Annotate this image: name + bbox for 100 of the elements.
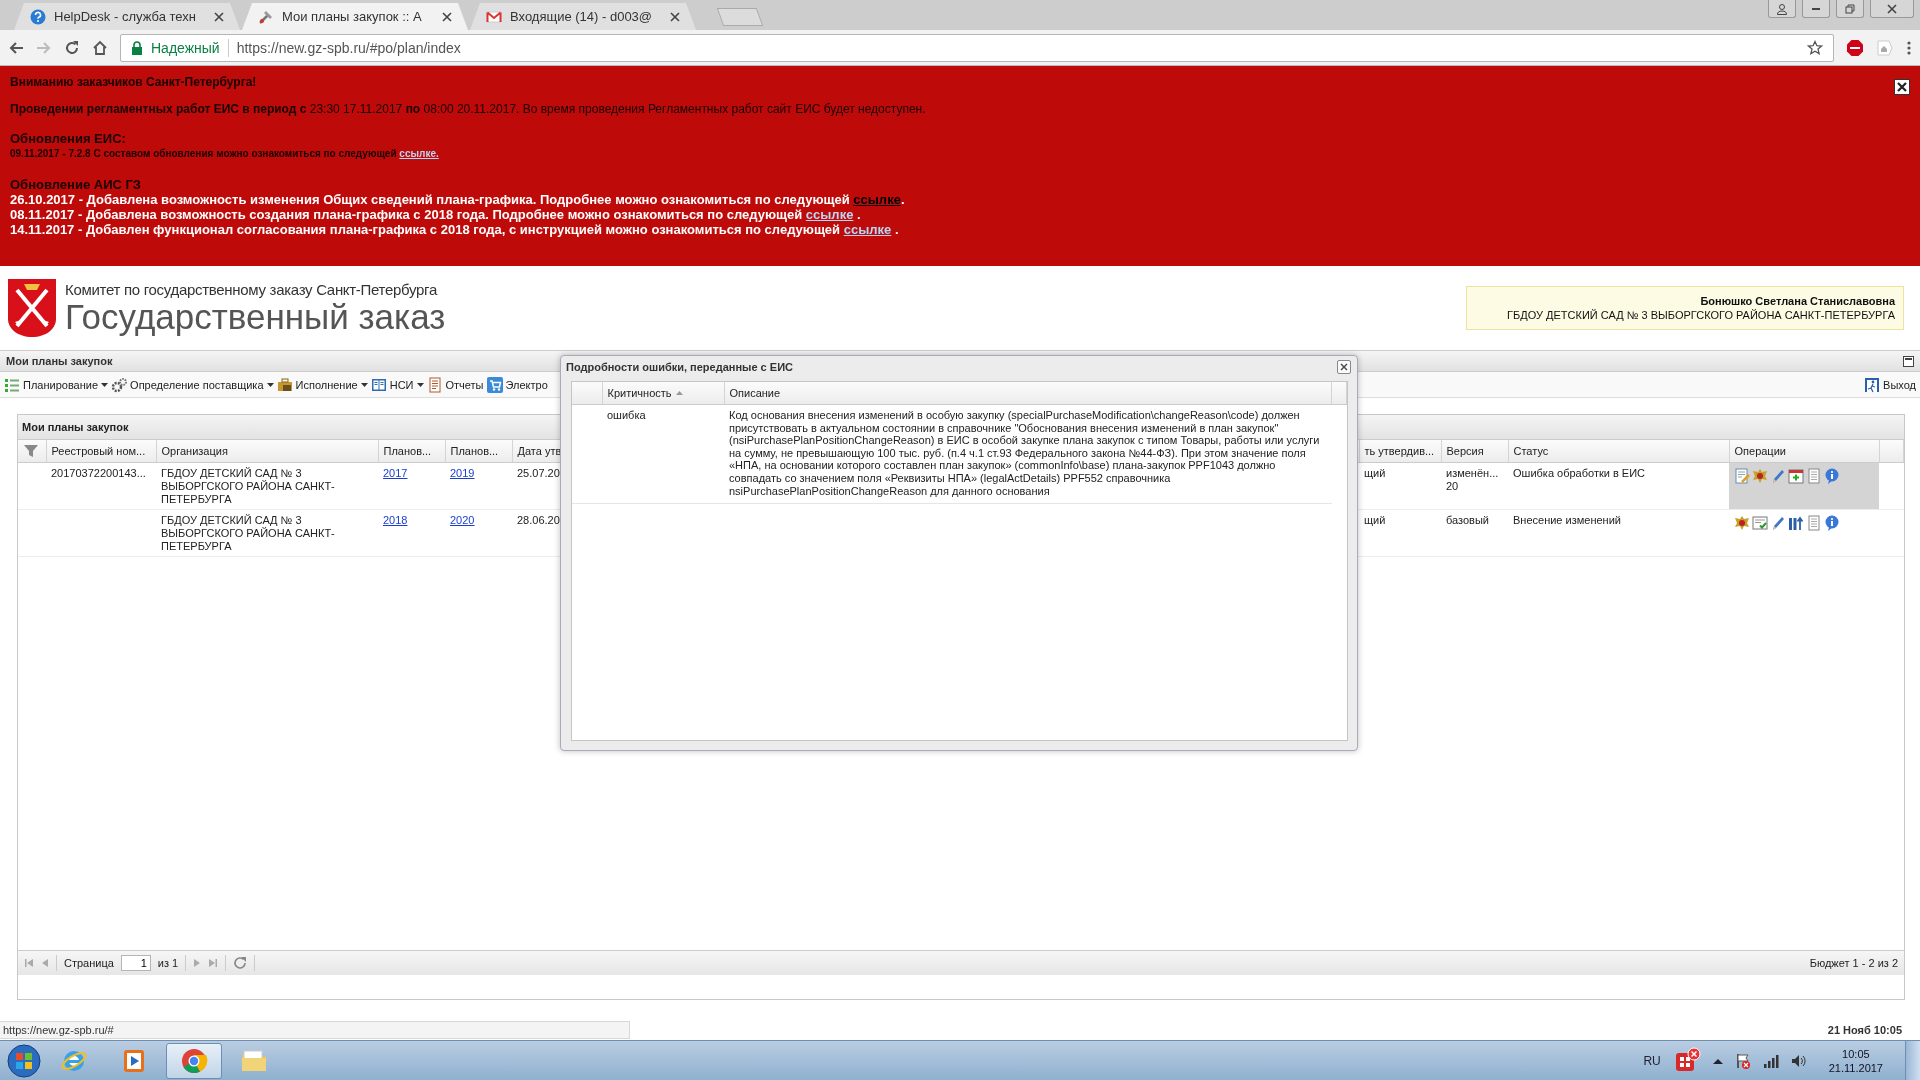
stop-sign-icon[interactable] bbox=[1846, 38, 1864, 57]
plan-year-link[interactable]: 2017 bbox=[383, 467, 408, 479]
action-center-icon[interactable] bbox=[1734, 1052, 1751, 1069]
volume-icon[interactable] bbox=[1790, 1053, 1807, 1068]
column-header[interactable]: ть утвердив... bbox=[1359, 440, 1441, 463]
toolbar-button[interactable]: Электро bbox=[486, 376, 548, 393]
link[interactable]: ссылке. bbox=[399, 148, 439, 159]
info-icon[interactable] bbox=[1824, 468, 1840, 484]
browser-tab[interactable]: HelpDesk - служба техн bbox=[14, 3, 240, 30]
date-time: 21 Нояб 10:05 bbox=[1827, 1024, 1902, 1036]
menu-icon[interactable] bbox=[1906, 39, 1912, 56]
url-text: https://new.gz-spb.ru/#po/plan/index bbox=[236, 39, 462, 56]
list-icon bbox=[4, 376, 20, 393]
minimize-icon bbox=[1812, 7, 1820, 10]
columns-icon[interactable] bbox=[1788, 515, 1804, 531]
refresh-icon[interactable] bbox=[233, 956, 248, 970]
profile-button[interactable] bbox=[1768, 0, 1796, 18]
question-icon bbox=[30, 8, 46, 25]
home-icon[interactable] bbox=[92, 39, 108, 56]
table-cell: щий bbox=[1359, 462, 1441, 510]
filter-icon[interactable] bbox=[23, 443, 39, 459]
plan-year-link[interactable]: 2019 bbox=[450, 467, 475, 479]
emblem-icon[interactable] bbox=[1734, 515, 1750, 531]
emblem-icon[interactable] bbox=[1752, 468, 1768, 484]
exit-button[interactable]: Выход bbox=[1864, 376, 1916, 393]
link-preview: https://new.gz-spb.ru/# bbox=[0, 1021, 630, 1039]
close-icon[interactable] bbox=[442, 11, 452, 22]
back-icon[interactable] bbox=[8, 39, 24, 56]
table-cell: изменён... 20 bbox=[1441, 462, 1508, 510]
banner-title: Вниманию заказчиков Санкт-Петербурга! bbox=[10, 75, 258, 90]
update-notice: 09.11.2017 - 7.2.8 С составом обновления можно ознакомиться по следующей ссылке. bbox=[10, 147, 440, 161]
caret-icon bbox=[360, 382, 368, 387]
plan-year-link[interactable]: 2020 bbox=[450, 514, 475, 526]
toolbar-button[interactable]: Планирование bbox=[4, 376, 109, 393]
toolbar-button[interactable]: НСИ bbox=[370, 376, 424, 393]
close-button[interactable] bbox=[1337, 360, 1351, 374]
close-icon[interactable] bbox=[670, 11, 680, 22]
collapse-icon[interactable] bbox=[1903, 355, 1914, 367]
toolbar-button[interactable]: Определение поставщика bbox=[111, 376, 274, 393]
update-notice: 26.10.2017 - Добавлена возможность изменения Общих сведений плана-графика. Подробнее можно ознакомиться по следующей ссылке. bbox=[10, 192, 906, 207]
page-count: из 1 bbox=[157, 957, 179, 969]
taskbar-button[interactable] bbox=[166, 1042, 222, 1079]
caret-icon bbox=[416, 382, 424, 387]
link[interactable]: ссылке bbox=[843, 222, 892, 237]
column-header[interactable]: Планов... bbox=[378, 440, 445, 463]
calendar-icon[interactable] bbox=[1788, 468, 1804, 484]
column-header[interactable]: Операции bbox=[1729, 440, 1879, 463]
info-icon[interactable] bbox=[1824, 515, 1840, 531]
column-header[interactable]: Организация bbox=[156, 440, 378, 463]
table-cell: ГБДОУ ДЕТСКИЙ САД № 3 ВЫБОРГСКОГО РАЙОНА САНКТ-ПЕТЕРБУРГА bbox=[156, 509, 378, 557]
extension-icon[interactable] bbox=[1876, 38, 1894, 57]
document-icon bbox=[426, 376, 443, 393]
show-desktop-button[interactable] bbox=[1905, 1041, 1920, 1080]
address-bar[interactable]: Надежный https://new.gz-spb.ru/#po/plan/index bbox=[120, 33, 1834, 62]
page-field[interactable]: 1 bbox=[120, 955, 151, 971]
close-button[interactable] bbox=[1894, 79, 1910, 95]
site-title: Государственный заказ bbox=[65, 299, 446, 335]
browser-tab[interactable]: Входящие (14) - d003@ bbox=[470, 3, 696, 30]
pencil-icon[interactable] bbox=[1770, 468, 1786, 484]
book-icon bbox=[370, 376, 387, 393]
toolbar-button[interactable]: Исполнение bbox=[276, 376, 368, 393]
start-button-icon[interactable] bbox=[6, 1042, 42, 1079]
minimize-button[interactable] bbox=[1802, 0, 1830, 18]
person-icon bbox=[1776, 2, 1788, 15]
reload-icon[interactable] bbox=[64, 39, 80, 56]
lock-icon bbox=[131, 40, 143, 55]
caret-icon bbox=[266, 382, 274, 387]
checklist-icon[interactable] bbox=[1752, 515, 1768, 531]
pencil-icon[interactable] bbox=[1770, 515, 1786, 531]
maintenance-notice: Проведении регламентных работ ЕИС в период с 23:30 17.11.2017 по 08:00 20.11.2017. Во время проведения Регламентных работ сайт ЕИС будет недоступен. bbox=[10, 102, 927, 117]
committee-name: Комитет по государственному заказу Санкт-Петербурга bbox=[65, 281, 439, 299]
close-icon[interactable] bbox=[214, 11, 224, 22]
security-label: Надежный bbox=[151, 39, 220, 56]
link[interactable]: ссылке bbox=[805, 207, 854, 222]
language-indicator[interactable]: RU bbox=[1643, 1053, 1661, 1068]
document-edit-icon[interactable] bbox=[1734, 468, 1750, 484]
tools-icon bbox=[258, 8, 274, 25]
restore-button[interactable] bbox=[1836, 0, 1864, 18]
panel-title: Мои планы закупок bbox=[6, 355, 113, 367]
toolbar-button[interactable]: Отчеты bbox=[426, 376, 484, 393]
plan-year-link[interactable]: 2018 bbox=[383, 514, 408, 526]
cart-icon bbox=[486, 376, 503, 393]
tray-expand-icon[interactable] bbox=[1712, 1056, 1723, 1065]
column-header[interactable]: Критичность bbox=[602, 382, 724, 405]
browser-tab[interactable]: Мои планы закупок :: А bbox=[242, 3, 468, 30]
column-header[interactable]: Планов... bbox=[445, 440, 512, 463]
signal-icon[interactable] bbox=[1762, 1053, 1779, 1068]
column-header[interactable]: Версия bbox=[1441, 440, 1508, 463]
dialog-title: Подробности ошибки, переданные с ЕИС bbox=[566, 361, 793, 373]
section-heading: Обновления ЕИС: bbox=[10, 131, 127, 146]
document-icon[interactable] bbox=[1806, 468, 1822, 484]
column-header[interactable]: Описание bbox=[724, 382, 1332, 405]
section-heading: Обновление АИС ГЗ bbox=[10, 177, 142, 192]
star-icon[interactable] bbox=[1807, 39, 1823, 56]
restore-icon bbox=[1845, 3, 1855, 14]
user-name: Бонюшко Светлана Станиславовна bbox=[1699, 294, 1895, 308]
column-header[interactable]: Реестровый ном... bbox=[46, 440, 156, 463]
clock[interactable]: 10:05 21.11.2017 bbox=[1818, 1046, 1893, 1075]
column-header[interactable]: Статус bbox=[1508, 440, 1729, 463]
chrome-icon bbox=[180, 1046, 208, 1075]
